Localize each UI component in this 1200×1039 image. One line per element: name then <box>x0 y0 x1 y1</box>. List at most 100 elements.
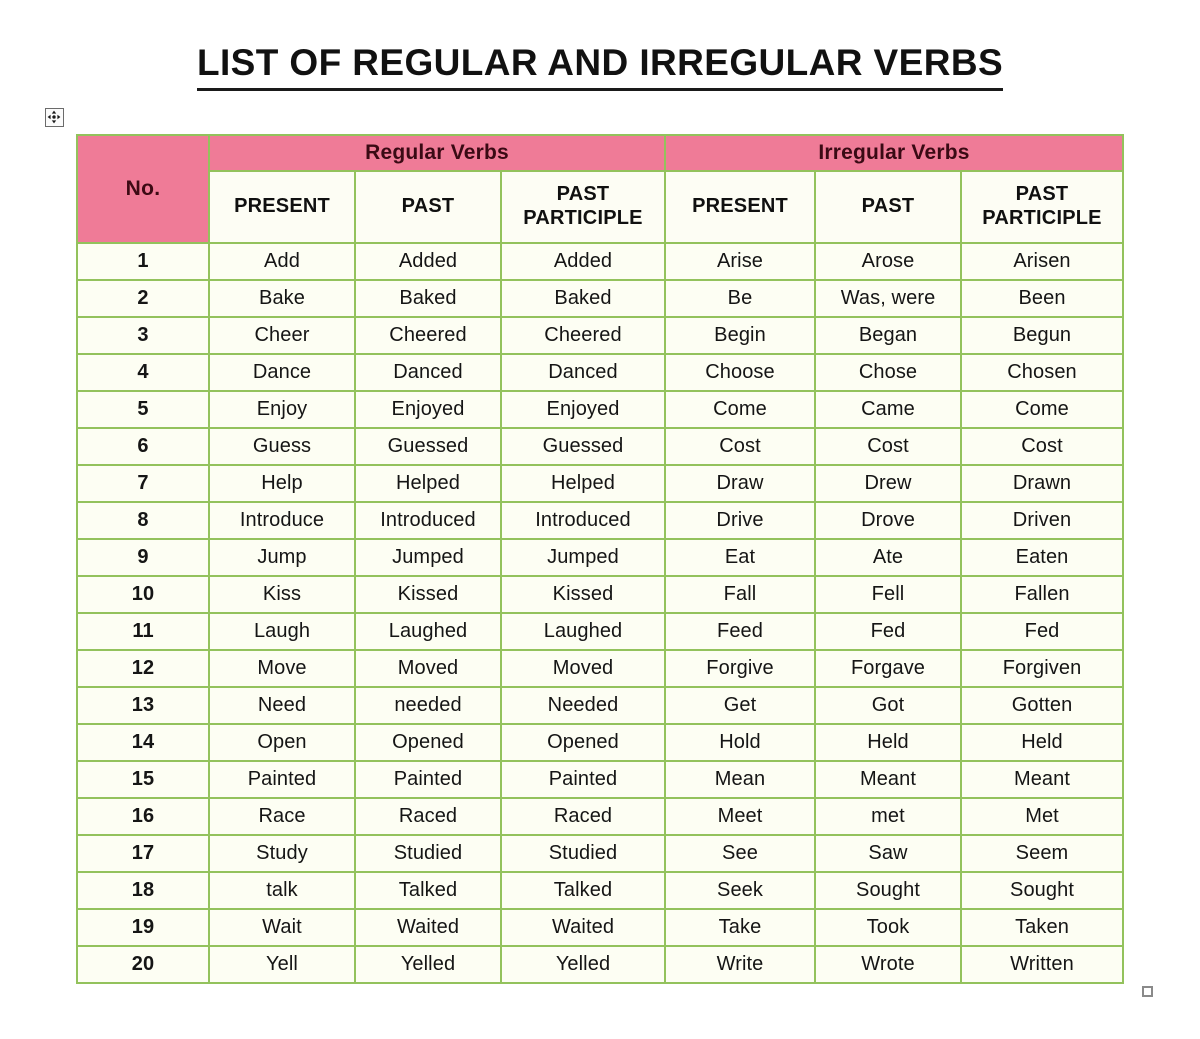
cell-irregular-present: Arise <box>664 242 816 281</box>
cell-regular-past: Talked <box>354 871 502 910</box>
table-row: 20 Yell Yelled Yelled Write Wrote Written <box>76 945 1125 984</box>
cell-irregular-past-participle: Driven <box>959 501 1125 540</box>
cell-irregular-past: Forgave <box>814 649 962 688</box>
table-row: 10 Kiss Kissed Kissed Fall Fell Fallen <box>76 575 1125 614</box>
cell-irregular-past: Ate <box>814 538 962 577</box>
cell-irregular-past: met <box>814 797 962 836</box>
cell-irregular-past-participle: Chosen <box>959 353 1125 392</box>
cell-regular-past: Jumped <box>354 538 502 577</box>
cell-irregular-past-participle: Fed <box>959 612 1125 651</box>
cell-regular-past: Cheered <box>354 316 502 355</box>
cell-regular-past-participle: Added <box>500 242 666 281</box>
cell-regular-past-participle: Raced <box>500 797 666 836</box>
cell-irregular-past: Sought <box>814 871 962 910</box>
table-row: 3 Cheer Cheered Cheered Begin Began Begun <box>76 316 1125 355</box>
table-row: 7 Help Helped Helped Draw Drew Drawn <box>76 464 1125 503</box>
cell-regular-present: Introduce <box>208 501 356 540</box>
cell-regular-past-participle: Painted <box>500 760 666 799</box>
cell-irregular-past-participle: Eaten <box>959 538 1125 577</box>
cell-irregular-past: Arose <box>814 242 962 281</box>
cell-no: 12 <box>76 649 210 688</box>
cell-irregular-past-participle: Drawn <box>959 464 1125 503</box>
table-resize-handle[interactable] <box>1142 986 1153 997</box>
cell-regular-past: Added <box>354 242 502 281</box>
cell-regular-past-participle: Studied <box>500 834 666 873</box>
table-subheader-row: PRESENT PAST PAST PARTICIPLE PRESENT PAS… <box>77 170 1125 244</box>
cell-regular-present: Laugh <box>208 612 356 651</box>
cell-irregular-present: Be <box>664 279 816 318</box>
cell-irregular-present: Cost <box>664 427 816 466</box>
cell-no: 10 <box>76 575 210 614</box>
cell-regular-past: Guessed <box>354 427 502 466</box>
cell-regular-past: Enjoyed <box>354 390 502 429</box>
cell-regular-past: Moved <box>354 649 502 688</box>
cell-no: 7 <box>76 464 210 503</box>
cell-irregular-past: Meant <box>814 760 962 799</box>
cell-no: 4 <box>76 353 210 392</box>
group-header-irregular-verbs: Irregular Verbs <box>663 134 1125 172</box>
table-row: 14 Open Opened Opened Hold Held Held <box>76 723 1125 762</box>
table-move-handle[interactable] <box>45 108 64 127</box>
cell-no: 14 <box>76 723 210 762</box>
cell-irregular-past-participle: Taken <box>959 908 1125 947</box>
cell-irregular-present: Drive <box>664 501 816 540</box>
table-row: 6 Guess Guessed Guessed Cost Cost Cost <box>76 427 1125 466</box>
cell-regular-past-participle: Cheered <box>500 316 666 355</box>
cell-irregular-past: Took <box>814 908 962 947</box>
cell-regular-past-participle: Guessed <box>500 427 666 466</box>
cell-regular-past: Opened <box>354 723 502 762</box>
cell-regular-present: Need <box>208 686 356 725</box>
cell-regular-past-participle: Talked <box>500 871 666 910</box>
cell-regular-past-participle: Needed <box>500 686 666 725</box>
table-row: 18 talk Talked Talked Seek Sought Sought <box>76 871 1125 910</box>
cell-regular-present: Kiss <box>208 575 356 614</box>
cell-irregular-present: Hold <box>664 723 816 762</box>
cell-regular-past: needed <box>354 686 502 725</box>
cell-regular-past: Kissed <box>354 575 502 614</box>
table-row: 2 Bake Baked Baked Be Was, were Been <box>76 279 1125 318</box>
cell-irregular-past: Saw <box>814 834 962 873</box>
cell-irregular-past: Got <box>814 686 962 725</box>
cell-no: 20 <box>76 945 210 984</box>
table-row: 17 Study Studied Studied See Saw Seem <box>76 834 1125 873</box>
cell-irregular-past-participle: Gotten <box>959 686 1125 725</box>
cell-irregular-present: Choose <box>664 353 816 392</box>
cell-regular-present: Move <box>208 649 356 688</box>
cell-irregular-present: Seek <box>664 871 816 910</box>
cell-irregular-past: Held <box>814 723 962 762</box>
cell-regular-past-participle: Enjoyed <box>500 390 666 429</box>
cell-irregular-past: Wrote <box>814 945 962 984</box>
cell-regular-present: Enjoy <box>208 390 356 429</box>
group-header-regular-verbs: Regular Verbs <box>208 134 666 172</box>
irregular-pp-line1: PAST <box>1015 183 1069 206</box>
verbs-table: No. Regular Verbs Irregular Verbs PRESEN… <box>76 134 1125 984</box>
cell-irregular-past-participle: Seem <box>959 834 1125 873</box>
cell-irregular-present: Get <box>664 686 816 725</box>
cell-regular-present: Jump <box>208 538 356 577</box>
table-row: 11 Laugh Laughed Laughed Feed Fed Fed <box>76 612 1125 651</box>
cell-irregular-past: Drew <box>814 464 962 503</box>
cell-no: 5 <box>76 390 210 429</box>
cell-regular-present: Open <box>208 723 356 762</box>
cell-irregular-present: Come <box>664 390 816 429</box>
cell-regular-present: Study <box>208 834 356 873</box>
cell-irregular-present: Write <box>664 945 816 984</box>
regular-pp-line2: PARTICIPLE <box>523 207 643 229</box>
column-header-irregular-present: PRESENT <box>664 170 816 244</box>
cell-regular-present: Painted <box>208 760 356 799</box>
cell-irregular-past: Came <box>814 390 962 429</box>
cell-regular-past-participle: Jumped <box>500 538 666 577</box>
table-row: 8 Introduce Introduced Introduced Drive Drove… <box>76 501 1125 540</box>
cell-regular-past-participle: Introduced <box>500 501 666 540</box>
cell-regular-past-participle: Opened <box>500 723 666 762</box>
column-header-no: No. <box>76 134 210 244</box>
cell-regular-present: Guess <box>208 427 356 466</box>
cell-no: 13 <box>76 686 210 725</box>
cell-irregular-past: Cost <box>814 427 962 466</box>
column-header-irregular-past-participle: PAST PARTICIPLE <box>959 170 1125 244</box>
cell-regular-past: Yelled <box>354 945 502 984</box>
cell-irregular-past: Fell <box>814 575 962 614</box>
cell-irregular-past: Drove <box>814 501 962 540</box>
cell-regular-past: Studied <box>354 834 502 873</box>
table-row: 16 Race Raced Raced Meet met Met <box>76 797 1125 836</box>
